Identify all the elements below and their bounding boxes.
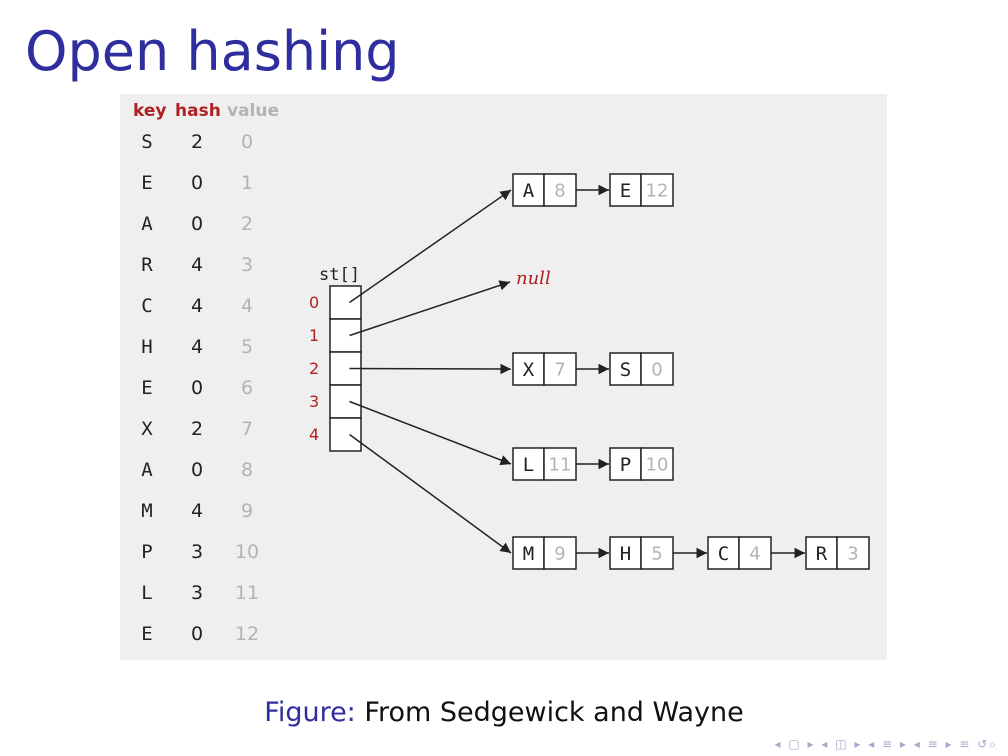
node-key-text: S [620,359,631,381]
nav-align-icon[interactable]: ≡ [959,737,971,751]
node-value-text: 4 [749,544,760,565]
node-value-text: 5 [651,544,662,565]
node-value-text: 7 [554,360,565,381]
nav-prev-subsection-icon[interactable]: ◂ ◫ ▸ [821,737,862,751]
node-key-text: H [620,543,631,565]
null-pointer-arrow [349,280,511,337]
nav-prev-frame-icon[interactable]: ◂ ▢ ▸ [775,737,816,751]
chain-diagram: A 8 E 12 X 7 S 0 L 11 P 10 M 9 H 5 C 4 R 3 [329,173,870,570]
node-key-text: A [523,180,535,202]
beamer-navigation[interactable]: ◂ ▢ ▸ ◂ ◫ ▸ ◂ ≡ ▸ ◂ ≡ ▸ ≡ ↺⌕ [775,737,998,752]
node-key-text: C [718,543,729,565]
caption-label: Figure: [264,697,356,728]
node-value-text: 11 [549,455,572,476]
node-value-text: 0 [651,360,662,381]
slide-title: Open hashing [25,20,400,83]
node-key-text: X [523,359,535,381]
array-slot [329,384,362,419]
figure-caption: Figure: From Sedgewick and Wayne [0,697,1008,728]
node-key-text: E [620,180,631,202]
node-key-text: M [523,543,534,565]
nav-search-icon[interactable]: ↺⌕ [977,737,998,751]
node-key-text: R [816,543,828,565]
node-value-text: 8 [554,181,565,202]
node-key-text: L [523,454,534,476]
node-value-text: 10 [646,455,669,476]
array-slot [329,417,362,452]
node-value-text: 12 [646,181,669,202]
array-slot [329,318,362,353]
node-value-text: 3 [847,544,858,565]
array-slot [329,285,362,320]
hash-table-figure: key hash value S20E01A02R43C44H45E06X27A… [120,94,887,660]
caption-text: From Sedgewick and Wayne [364,697,744,728]
slot-pointer-arrow [349,363,512,375]
slot-pointer-arrow [349,189,512,304]
slot-pointer-arrow [349,400,512,466]
node-key-text: P [620,454,631,476]
node-value-text: 9 [554,544,565,565]
nav-next-section-icon[interactable]: ◂ ≡ ▸ [914,737,954,751]
nav-prev-section-icon[interactable]: ◂ ≡ ▸ [868,737,908,751]
slot-pointer-arrow [349,433,512,554]
